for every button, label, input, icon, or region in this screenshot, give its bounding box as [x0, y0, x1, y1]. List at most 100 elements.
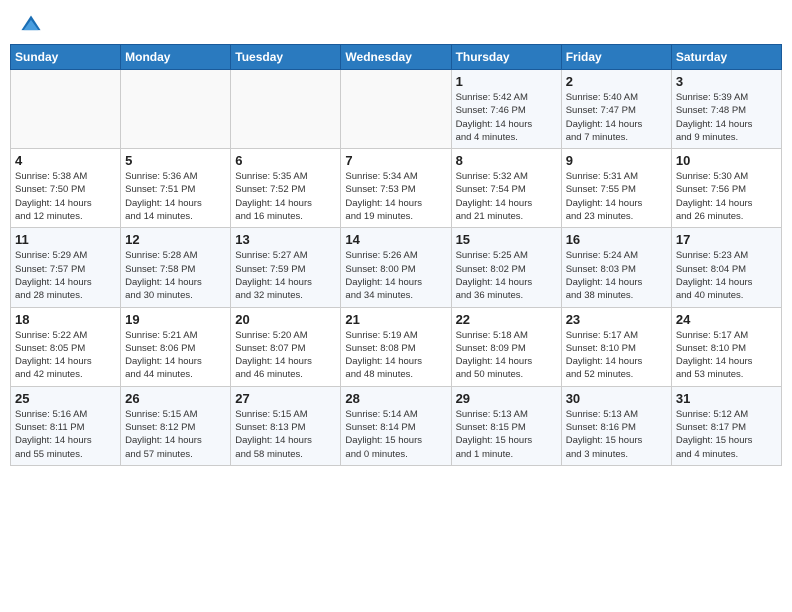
day-number: 22 [456, 312, 557, 327]
calendar-cell: 25 Sunrise: 5:16 AM Sunset: 8:11 PM Dayli… [11, 386, 121, 465]
calendar-body: 1 Sunrise: 5:42 AM Sunset: 7:46 PM Daylig… [11, 70, 782, 466]
day-info: Sunrise: 5:40 AM Sunset: 7:47 PM Dayligh… [566, 91, 667, 144]
calendar-cell: 2 Sunrise: 5:40 AM Sunset: 7:47 PM Daylig… [561, 70, 671, 149]
day-info: Sunrise: 5:17 AM Sunset: 8:10 PM Dayligh… [676, 329, 777, 382]
day-header-saturday: Saturday [671, 45, 781, 70]
day-info: Sunrise: 5:29 AM Sunset: 7:57 PM Dayligh… [15, 249, 116, 302]
calendar-cell: 24 Sunrise: 5:17 AM Sunset: 8:10 PM Dayli… [671, 307, 781, 386]
day-number: 14 [345, 232, 446, 247]
day-info: Sunrise: 5:38 AM Sunset: 7:50 PM Dayligh… [15, 170, 116, 223]
calendar-cell: 11 Sunrise: 5:29 AM Sunset: 7:57 PM Dayli… [11, 228, 121, 307]
day-number: 7 [345, 153, 446, 168]
day-info: Sunrise: 5:15 AM Sunset: 8:13 PM Dayligh… [235, 408, 336, 461]
day-info: Sunrise: 5:24 AM Sunset: 8:03 PM Dayligh… [566, 249, 667, 302]
days-of-week-row: SundayMondayTuesdayWednesdayThursdayFrid… [11, 45, 782, 70]
calendar-header: SundayMondayTuesdayWednesdayThursdayFrid… [11, 45, 782, 70]
day-number: 16 [566, 232, 667, 247]
day-number: 27 [235, 391, 336, 406]
calendar-cell: 13 Sunrise: 5:27 AM Sunset: 7:59 PM Dayli… [231, 228, 341, 307]
calendar-cell: 31 Sunrise: 5:12 AM Sunset: 8:17 PM Dayli… [671, 386, 781, 465]
day-number: 21 [345, 312, 446, 327]
day-info: Sunrise: 5:42 AM Sunset: 7:46 PM Dayligh… [456, 91, 557, 144]
day-header-tuesday: Tuesday [231, 45, 341, 70]
day-info: Sunrise: 5:35 AM Sunset: 7:52 PM Dayligh… [235, 170, 336, 223]
day-info: Sunrise: 5:26 AM Sunset: 8:00 PM Dayligh… [345, 249, 446, 302]
calendar-week-2: 4 Sunrise: 5:38 AM Sunset: 7:50 PM Daylig… [11, 149, 782, 228]
calendar-cell: 9 Sunrise: 5:31 AM Sunset: 7:55 PM Daylig… [561, 149, 671, 228]
day-info: Sunrise: 5:12 AM Sunset: 8:17 PM Dayligh… [676, 408, 777, 461]
calendar-table: SundayMondayTuesdayWednesdayThursdayFrid… [10, 44, 782, 466]
day-info: Sunrise: 5:39 AM Sunset: 7:48 PM Dayligh… [676, 91, 777, 144]
calendar-cell: 14 Sunrise: 5:26 AM Sunset: 8:00 PM Dayli… [341, 228, 451, 307]
calendar-cell: 21 Sunrise: 5:19 AM Sunset: 8:08 PM Dayli… [341, 307, 451, 386]
day-header-sunday: Sunday [11, 45, 121, 70]
day-number: 20 [235, 312, 336, 327]
calendar-week-4: 18 Sunrise: 5:22 AM Sunset: 8:05 PM Dayli… [11, 307, 782, 386]
day-number: 1 [456, 74, 557, 89]
day-number: 5 [125, 153, 226, 168]
day-number: 23 [566, 312, 667, 327]
logo-icon [20, 14, 42, 36]
day-number: 18 [15, 312, 116, 327]
calendar-cell: 23Sunrise: 5:17 AM Sunset: 8:10 PM Dayli… [561, 307, 671, 386]
calendar-cell [121, 70, 231, 149]
day-number: 24 [676, 312, 777, 327]
calendar-cell: 16 Sunrise: 5:24 AM Sunset: 8:03 PM Dayli… [561, 228, 671, 307]
calendar-cell: 30 Sunrise: 5:13 AM Sunset: 8:16 PM Dayli… [561, 386, 671, 465]
calendar-cell: 22 Sunrise: 5:18 AM Sunset: 8:09 PM Dayli… [451, 307, 561, 386]
day-number: 6 [235, 153, 336, 168]
day-number: 13 [235, 232, 336, 247]
day-info: Sunrise: 5:16 AM Sunset: 8:11 PM Dayligh… [15, 408, 116, 461]
calendar-cell: 8 Sunrise: 5:32 AM Sunset: 7:54 PM Daylig… [451, 149, 561, 228]
day-info: Sunrise: 5:22 AM Sunset: 8:05 PM Dayligh… [15, 329, 116, 382]
day-number: 29 [456, 391, 557, 406]
day-number: 2 [566, 74, 667, 89]
day-info: Sunrise: 5:32 AM Sunset: 7:54 PM Dayligh… [456, 170, 557, 223]
day-number: 12 [125, 232, 226, 247]
day-info: Sunrise: 5:14 AM Sunset: 8:14 PM Dayligh… [345, 408, 446, 461]
calendar-cell [11, 70, 121, 149]
day-info: Sunrise: 5:30 AM Sunset: 7:56 PM Dayligh… [676, 170, 777, 223]
day-header-wednesday: Wednesday [341, 45, 451, 70]
day-info: Sunrise: 5:28 AM Sunset: 7:58 PM Dayligh… [125, 249, 226, 302]
calendar-cell: 6 Sunrise: 5:35 AM Sunset: 7:52 PM Daylig… [231, 149, 341, 228]
calendar-cell: 20 Sunrise: 5:20 AM Sunset: 8:07 PM Dayli… [231, 307, 341, 386]
day-number: 25 [15, 391, 116, 406]
calendar-cell: 17 Sunrise: 5:23 AM Sunset: 8:04 PM Dayli… [671, 228, 781, 307]
day-number: 26 [125, 391, 226, 406]
calendar-cell: 1 Sunrise: 5:42 AM Sunset: 7:46 PM Daylig… [451, 70, 561, 149]
day-info: Sunrise: 5:19 AM Sunset: 8:08 PM Dayligh… [345, 329, 446, 382]
day-info: Sunrise: 5:18 AM Sunset: 8:09 PM Dayligh… [456, 329, 557, 382]
calendar-cell: 10Sunrise: 5:30 AM Sunset: 7:56 PM Dayli… [671, 149, 781, 228]
logo [20, 18, 44, 36]
day-info: Sunrise: 5:13 AM Sunset: 8:15 PM Dayligh… [456, 408, 557, 461]
day-number: 17 [676, 232, 777, 247]
calendar-cell: 28 Sunrise: 5:14 AM Sunset: 8:14 PM Dayli… [341, 386, 451, 465]
calendar-cell: 19 Sunrise: 5:21 AM Sunset: 8:06 PM Dayli… [121, 307, 231, 386]
day-info: Sunrise: 5:36 AM Sunset: 7:51 PM Dayligh… [125, 170, 226, 223]
day-info: Sunrise: 5:31 AM Sunset: 7:55 PM Dayligh… [566, 170, 667, 223]
day-info: Sunrise: 5:15 AM Sunset: 8:12 PM Dayligh… [125, 408, 226, 461]
day-number: 11 [15, 232, 116, 247]
day-number: 28 [345, 391, 446, 406]
day-info: Sunrise: 5:25 AM Sunset: 8:02 PM Dayligh… [456, 249, 557, 302]
calendar-cell: 12 Sunrise: 5:28 AM Sunset: 7:58 PM Dayli… [121, 228, 231, 307]
calendar-cell: 29 Sunrise: 5:13 AM Sunset: 8:15 PM Dayli… [451, 386, 561, 465]
day-info: Sunrise: 5:34 AM Sunset: 7:53 PM Dayligh… [345, 170, 446, 223]
calendar-week-3: 11 Sunrise: 5:29 AM Sunset: 7:57 PM Dayli… [11, 228, 782, 307]
calendar-cell: 15Sunrise: 5:25 AM Sunset: 8:02 PM Dayli… [451, 228, 561, 307]
day-number: 31 [676, 391, 777, 406]
calendar-cell: 3Sunrise: 5:39 AM Sunset: 7:48 PM Daylig… [671, 70, 781, 149]
calendar-cell: 4 Sunrise: 5:38 AM Sunset: 7:50 PM Daylig… [11, 149, 121, 228]
day-info: Sunrise: 5:13 AM Sunset: 8:16 PM Dayligh… [566, 408, 667, 461]
day-header-thursday: Thursday [451, 45, 561, 70]
day-number: 8 [456, 153, 557, 168]
day-number: 30 [566, 391, 667, 406]
day-number: 4 [15, 153, 116, 168]
day-number: 9 [566, 153, 667, 168]
day-number: 19 [125, 312, 226, 327]
day-info: Sunrise: 5:27 AM Sunset: 7:59 PM Dayligh… [235, 249, 336, 302]
day-info: Sunrise: 5:23 AM Sunset: 8:04 PM Dayligh… [676, 249, 777, 302]
day-info: Sunrise: 5:21 AM Sunset: 8:06 PM Dayligh… [125, 329, 226, 382]
day-info: Sunrise: 5:20 AM Sunset: 8:07 PM Dayligh… [235, 329, 336, 382]
